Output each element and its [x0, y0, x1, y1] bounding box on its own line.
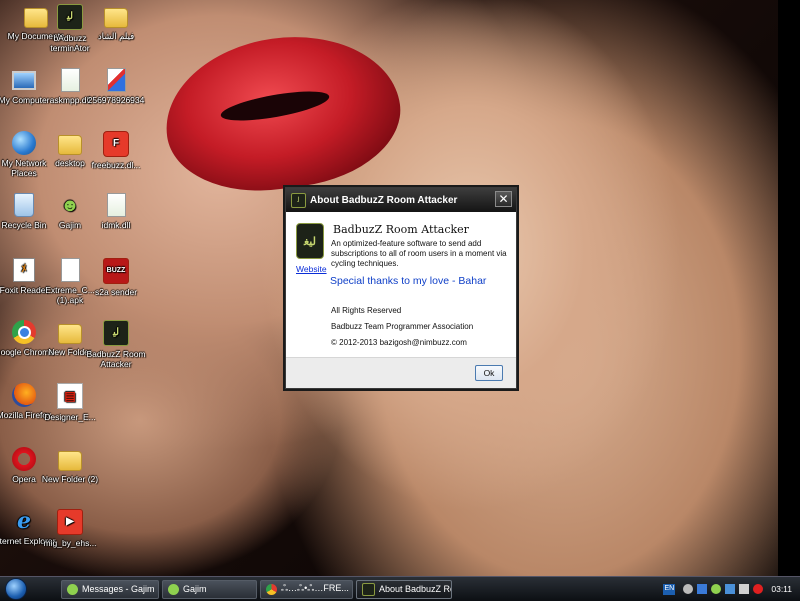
desktop-icon-label: Gajim: [58, 220, 82, 230]
foxit-icon: ﾒ: [13, 258, 35, 282]
dialog-title: About BadbuzZ Room Attacker: [310, 194, 458, 206]
network-icon: [12, 131, 36, 155]
app-description: An optimized-feature software to send ad…: [331, 239, 507, 268]
recycle-bin-icon: [14, 193, 34, 217]
wallpaper-edge: [778, 0, 800, 576]
folder-icon: [58, 135, 82, 155]
copyright-text: © 2012-2013 bazigosh@nimbuzz.com: [331, 338, 467, 347]
folder-icon: [58, 451, 82, 471]
language-indicator[interactable]: EN: [663, 583, 676, 595]
gajim-icon: [67, 583, 78, 595]
dll-file-icon: [60, 68, 80, 92]
taskbar-button-messages-gajim[interactable]: Messages - Gajim: [61, 579, 159, 599]
gajim-icon: ☻: [60, 195, 80, 215]
taskbar-button-gajim[interactable]: Gajim: [162, 579, 257, 599]
taskbar: Messages - Gajim Gajim ஃ…ஃ•ஃ…FRE... Abou…: [0, 576, 800, 601]
chrome-icon: [12, 320, 36, 344]
video-file-icon: ▶: [57, 509, 83, 535]
team-text: Badbuzz Team Programmer Association: [331, 322, 474, 331]
tray-app-icon[interactable]: [697, 584, 708, 594]
rights-text: All Rights Reserved: [331, 306, 402, 315]
gajim-icon: [168, 583, 179, 595]
desktop-icon-label: New Folder (2): [41, 474, 99, 484]
desktop-icon-badbuzz-room-attacker[interactable]: ﻟﯿ BadbuzZ Room Attacker: [82, 320, 150, 369]
ok-button[interactable]: Ok: [475, 365, 503, 381]
app-logo-icon: ﻟﯿﻐ: [296, 223, 324, 259]
desktop-icon-label: BadbuzZ Room Attacker: [86, 349, 146, 369]
pdf-file-icon: ▤: [57, 383, 83, 409]
close-button[interactable]: ✕: [495, 191, 512, 207]
chrome-icon: [266, 583, 277, 595]
app-name: BadbuzZ Room Attacker: [333, 223, 469, 236]
dll-file-icon: [106, 193, 126, 217]
app-icon: [362, 582, 375, 596]
tray-app-icon[interactable]: [683, 584, 694, 594]
network-status-icon[interactable]: [725, 584, 736, 594]
opera-icon: [12, 447, 36, 471]
flash-file-icon: F: [103, 131, 129, 157]
windows-logo-icon: [5, 578, 27, 600]
taskbar-button-chrome[interactable]: ஃ…ஃ•ஃ…FRE...: [260, 579, 353, 599]
image-file-icon: [106, 68, 126, 92]
website-link[interactable]: Website: [296, 264, 327, 274]
folder-icon: [104, 8, 128, 28]
desktop-icon-label: freebuzz.dl...: [91, 160, 141, 170]
system-tray: EN 03:11: [663, 577, 800, 601]
taskbar-button-about-badbuzz[interactable]: About BadbuzZ Room...: [356, 579, 452, 599]
desktop-icon-label: s2a sender: [94, 287, 138, 297]
desktop-icon-label: 256978926934: [87, 95, 145, 105]
tray-app-icon[interactable]: [739, 584, 750, 594]
desktop-icon-arabic-folder[interactable]: فيلم الشاد: [82, 4, 150, 41]
desktop-icon-label: Opera: [12, 474, 36, 484]
volume-icon[interactable]: [753, 584, 764, 594]
desktop-icon-designer-pdf[interactable]: ▤ Designer_E...: [36, 383, 104, 422]
dialog-titlebar[interactable]: ﻟ About BadbuzZ Room Attacker ✕: [286, 188, 516, 212]
dialog-body: ﻟﯿﻐ Website BadbuzZ Room Attacker An opt…: [286, 212, 516, 357]
desktop-icon-freebuzz[interactable]: F freebuzz.dl...: [82, 131, 150, 170]
desktop-icon-label: desktop: [55, 158, 85, 168]
folder-icon: [58, 324, 82, 344]
gajim-icon[interactable]: [711, 584, 722, 594]
sender-app-icon: BUZZ: [103, 258, 129, 284]
desktop-icon-label: Designer_E...: [44, 412, 96, 422]
ie-icon: e: [17, 508, 31, 534]
firefox-icon: [12, 383, 36, 407]
app-icon: ﻟ: [291, 192, 306, 208]
desktop-icon-label: idmk.dll: [101, 220, 131, 230]
about-dialog: ﻟ About BadbuzZ Room Attacker ✕ ﻟﯿﻐ Webs…: [285, 187, 517, 389]
dialog-footer: Ok: [286, 357, 516, 388]
clock[interactable]: 03:11: [771, 584, 792, 594]
app-icon: ﻟﯿ: [103, 320, 129, 346]
close-icon: ✕: [498, 192, 509, 206]
desktop-icon-mig-video[interactable]: ▶ mig_by_ehs...: [36, 509, 104, 548]
desktop-icon-label: mig_by_ehs...: [43, 538, 97, 548]
thanks-text: Special thanks to my love - Bahar: [330, 275, 487, 287]
desktop-icon-new-folder-2[interactable]: New Folder (2): [36, 447, 104, 484]
start-button[interactable]: [0, 577, 32, 601]
app-icon: ﻟﯿ: [57, 4, 83, 30]
desktop-icon-idmk-dll[interactable]: idmk.dll: [82, 193, 150, 230]
desktop-icon-label: فيلم الشاد: [97, 31, 135, 41]
desktop-icon-image-file[interactable]: 256978926934: [82, 68, 150, 105]
apk-file-icon: [60, 258, 80, 282]
computer-icon: [12, 70, 36, 90]
desktop-icon-s2a-sender[interactable]: BUZZ s2a sender: [82, 258, 150, 297]
